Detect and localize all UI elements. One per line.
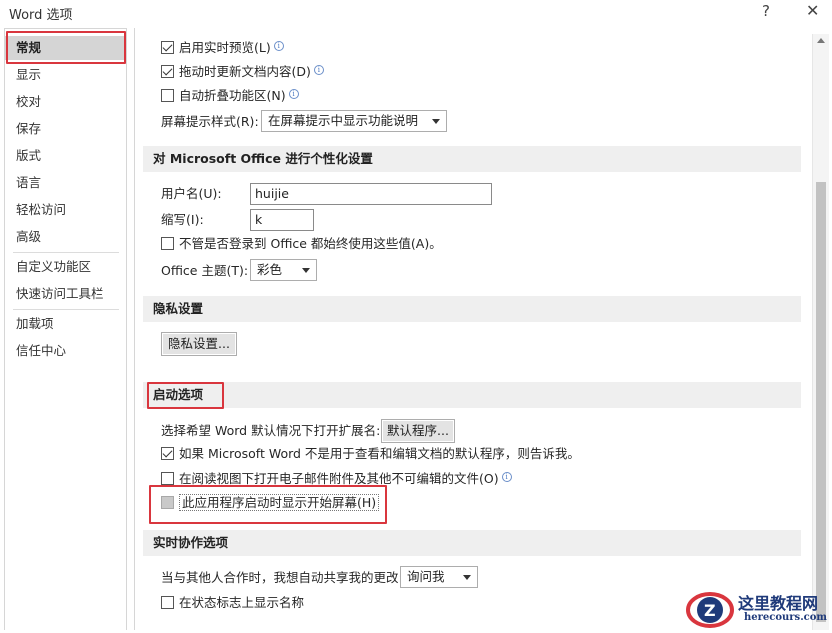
watermark-subtext: herecours.com <box>744 612 828 623</box>
update-on-drag-label: 拖动时更新文档内容(D) <box>179 64 311 79</box>
tell-me-option[interactable]: 如果 Microsoft Word 不是用于查看和编辑文档的默认程序，则告诉我。 <box>161 443 580 465</box>
default-programs-button[interactable]: 默认程序... <box>381 419 455 443</box>
share-changes-value: 询问我 <box>407 569 445 584</box>
sidebar-item-proofing[interactable]: 校对 <box>5 90 126 114</box>
sidebar-item-trust-center[interactable]: 信任中心 <box>5 339 126 363</box>
chevron-down-icon <box>432 119 440 124</box>
info-icon: i <box>313 65 324 75</box>
tell-me-label: 如果 Microsoft Word 不是用于查看和编辑文档的默认程序，则告诉我。 <box>179 446 580 461</box>
live-preview-checkbox[interactable] <box>161 41 174 54</box>
scroll-up-arrow-icon[interactable] <box>817 38 825 43</box>
watermark-logo-letter: Z <box>704 601 716 620</box>
highlight-box-general <box>6 31 126 64</box>
info-icon: i <box>273 41 284 51</box>
sidebar-item-advanced[interactable]: 高级 <box>5 225 126 249</box>
highlight-box-start-screen <box>149 485 387 524</box>
sidebar-item-language[interactable]: 语言 <box>5 171 126 195</box>
help-button[interactable]: ? <box>762 2 770 20</box>
personalize-section-heading: 对 Microsoft Office 进行个性化设置 <box>143 146 801 172</box>
share-changes-label: 当与其他人合作时，我想自动共享我的更改: <box>161 570 403 585</box>
sidebar-item-accessibility[interactable]: 轻松访问 <box>5 198 126 222</box>
reading-view-label: 在阅读视图下打开电子邮件附件及其他不可编辑的文件(O) <box>179 471 499 486</box>
privacy-settings-button[interactable]: 隐私设置... <box>161 332 237 356</box>
window-title: Word 选项 <box>9 8 73 23</box>
live-preview-option[interactable]: 启用实时预览(L) i <box>161 37 284 59</box>
initials-input[interactable]: k <box>250 209 314 231</box>
always-use-checkbox[interactable] <box>161 237 174 250</box>
share-changes-dropdown[interactable]: 询问我 <box>400 566 478 588</box>
live-preview-label: 启用实时预览(L) <box>179 40 271 55</box>
info-icon: i <box>501 472 512 482</box>
tell-me-checkbox[interactable] <box>161 447 174 460</box>
sidebar-item-save[interactable]: 保存 <box>5 117 126 141</box>
title-bar: Word 选项 ? ✕ <box>0 0 832 28</box>
close-button[interactable]: ✕ <box>806 1 819 20</box>
initials-label: 缩写(I): <box>161 212 204 227</box>
scrollbar-thumb[interactable] <box>816 182 826 622</box>
office-theme-dropdown[interactable]: 彩色 <box>250 259 317 281</box>
sidebar-item-typography[interactable]: 版式 <box>5 144 126 168</box>
update-on-drag-option[interactable]: 拖动时更新文档内容(D) i <box>161 61 324 83</box>
office-theme-label: Office 主题(T): <box>161 263 249 278</box>
watermark-text: 这里教程网 <box>738 594 819 613</box>
options-content: 启用实时预览(L) i 拖动时更新文档内容(D) i 自动折叠功能区(N) i 屏幕提… <box>134 28 812 630</box>
sidebar-item-customize-ribbon[interactable]: 自定义功能区 <box>5 255 126 279</box>
chevron-down-icon <box>463 575 471 580</box>
username-input[interactable]: huijie <box>250 183 492 205</box>
content-scrollbar[interactable] <box>812 34 829 630</box>
coauthoring-section-heading: 实时协作选项 <box>143 530 801 556</box>
sidebar-divider <box>13 252 119 253</box>
site-watermark: Z 这里教程网 herecours.com <box>684 588 832 630</box>
screentip-style-dropdown[interactable]: 在屏幕提示中显示功能说明 <box>261 110 447 132</box>
show-names-checkbox[interactable] <box>161 596 174 609</box>
collapse-ribbon-option[interactable]: 自动折叠功能区(N) i <box>161 85 299 107</box>
collapse-ribbon-checkbox[interactable] <box>161 89 174 102</box>
watermark-logo: Z <box>686 592 734 628</box>
reading-view-checkbox[interactable] <box>161 472 174 485</box>
update-on-drag-checkbox[interactable] <box>161 65 174 78</box>
sidebar-item-quick-access-toolbar[interactable]: 快速访问工具栏 <box>5 282 126 306</box>
show-names-label: 在状态标志上显示名称 <box>179 595 305 610</box>
info-icon: i <box>288 89 299 99</box>
screentip-style-label: 屏幕提示样式(R): <box>161 114 259 129</box>
always-use-label: 不管是否登录到 Office 都始终使用这些值(A)。 <box>179 236 442 251</box>
chevron-down-icon <box>302 268 310 273</box>
always-use-option[interactable]: 不管是否登录到 Office 都始终使用这些值(A)。 <box>161 233 442 255</box>
default-program-label: 选择希望 Word 默认情况下打开扩展名: <box>161 423 381 438</box>
startup-section-heading: 启动选项 <box>143 382 801 408</box>
highlight-box-startup <box>147 382 224 409</box>
sidebar-item-add-ins[interactable]: 加载项 <box>5 312 126 336</box>
screentip-style-value: 在屏幕提示中显示功能说明 <box>268 113 419 128</box>
sidebar-item-display[interactable]: 显示 <box>5 63 126 87</box>
sidebar-divider <box>13 309 119 310</box>
collapse-ribbon-label: 自动折叠功能区(N) <box>179 88 286 103</box>
username-label: 用户名(U): <box>161 186 222 201</box>
office-theme-value: 彩色 <box>257 262 283 277</box>
options-sidebar: 常规 显示 校对 保存 版式 语言 轻松访问 高级 自定义功能区 快速访问工具栏… <box>4 28 127 630</box>
show-names-option[interactable]: 在状态标志上显示名称 <box>161 592 304 614</box>
privacy-section-heading: 隐私设置 <box>143 296 801 322</box>
